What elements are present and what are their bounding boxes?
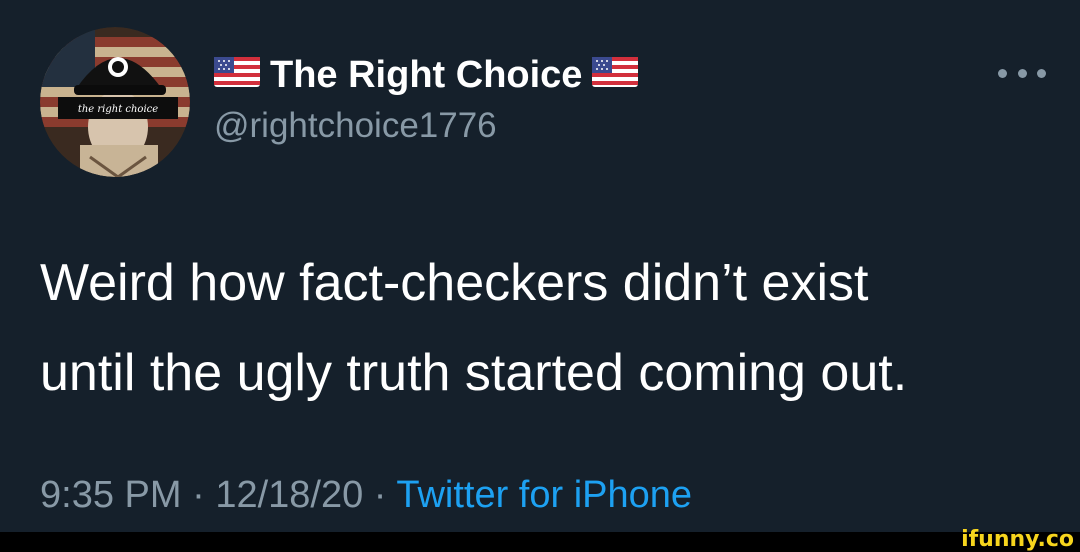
- tweet-time[interactable]: 9:35 PM: [40, 474, 182, 516]
- display-name[interactable]: The Right Choice: [214, 50, 648, 100]
- display-name-text: The Right Choice: [270, 53, 583, 96]
- avatar-caption: the right choice: [78, 104, 158, 115]
- ifunny-watermark: ifunny.co: [961, 527, 1074, 552]
- more-dot: [998, 68, 1007, 78]
- meta-separator: ·: [192, 474, 205, 516]
- user-handle[interactable]: @rightchoice1776: [214, 106, 497, 146]
- more-dot: [1037, 68, 1046, 78]
- us-flag-icon: [592, 54, 639, 97]
- tweet-date[interactable]: 12/18/20: [215, 474, 363, 516]
- more-dot: [1017, 68, 1027, 78]
- profile-avatar[interactable]: the right choice: [40, 27, 190, 177]
- tweet-text-line: until the ugly truth started coming out.: [40, 344, 908, 402]
- tweet-source-link[interactable]: Twitter for iPhone: [396, 474, 692, 516]
- tweet-text-line: Weird how fact-checkers didn’t exist: [40, 254, 869, 312]
- tweet-meta: 9:35 PM · 12/18/20 · Twitter for iPhone: [40, 474, 692, 517]
- watermark-bar: [0, 532, 1080, 552]
- meta-separator: ·: [373, 474, 387, 516]
- us-flag-icon: [214, 54, 260, 97]
- tweet-text: Weird how fact-checkers didn’t exist unt…: [40, 238, 1040, 418]
- more-horizontal-icon[interactable]: [998, 58, 1046, 88]
